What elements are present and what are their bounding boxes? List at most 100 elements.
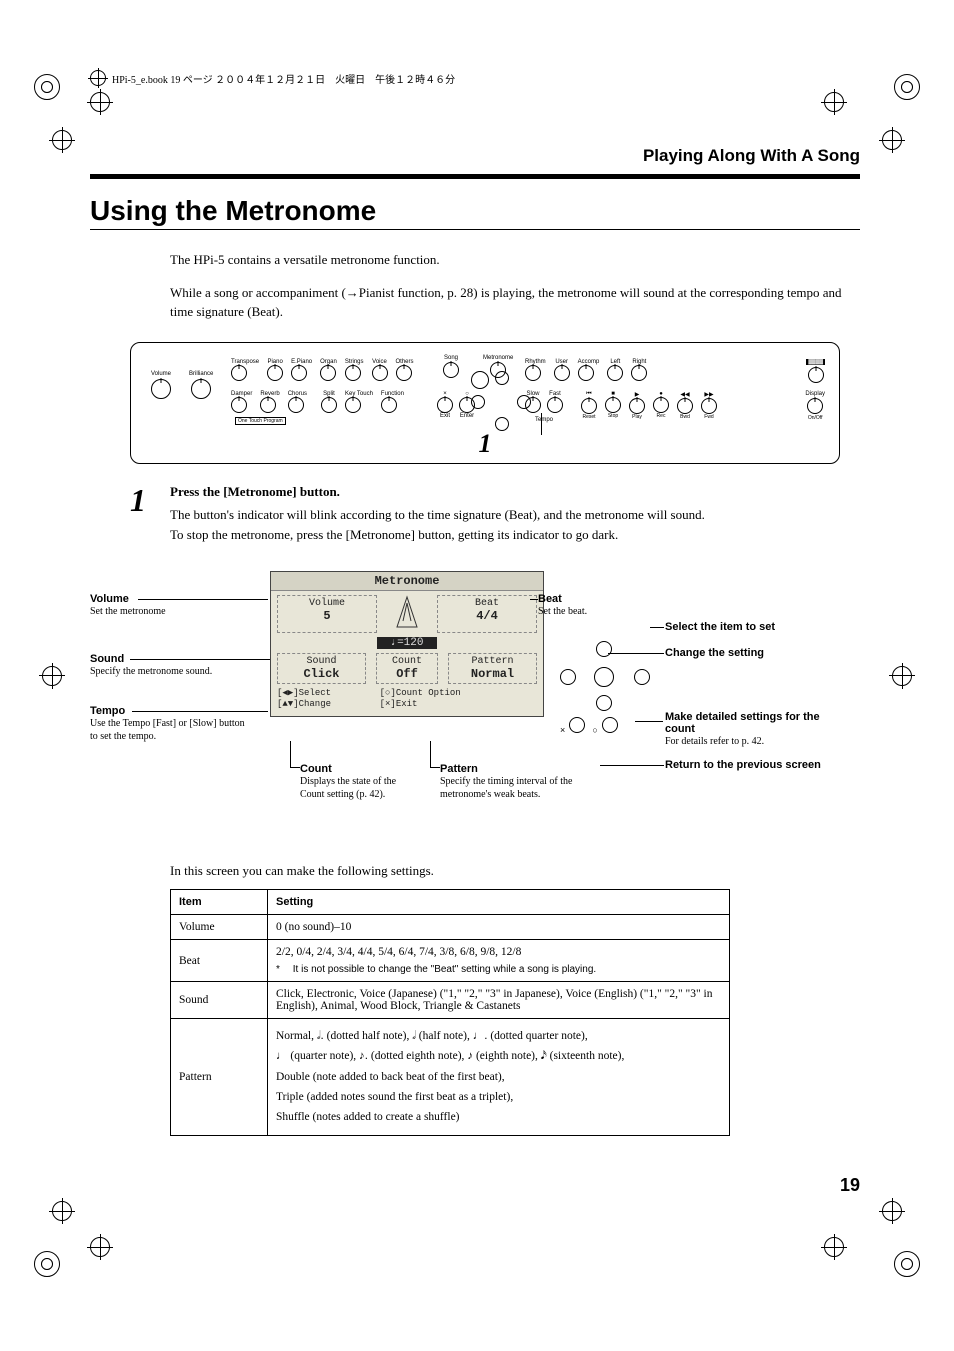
callout-count-title: Count xyxy=(300,763,420,775)
label-damper: Damper xyxy=(231,391,252,397)
label-accomp: Accomp xyxy=(578,359,600,365)
pattern-t7: (sixteenth note), xyxy=(550,1050,625,1062)
label-chorus: Chorus xyxy=(288,391,307,397)
th-item: Item xyxy=(171,890,268,915)
exit-button-icon xyxy=(569,717,585,733)
label-exit: Exit xyxy=(437,413,453,419)
lcd-title: Metronome xyxy=(271,572,543,591)
enter-button-icon xyxy=(602,717,618,733)
lcd-count-value: Off xyxy=(377,667,437,681)
pattern-t6: (eighth note), xyxy=(476,1050,541,1062)
volume-knob-icon xyxy=(151,379,171,399)
settings-intro: In this screen you can make the followin… xyxy=(170,863,860,879)
label-onoff: On/Off xyxy=(805,415,825,421)
pattern-line4: Triple (added notes sound the first beat… xyxy=(276,1089,721,1106)
strings-knob-icon xyxy=(345,365,361,381)
section-rule xyxy=(90,174,860,179)
split-knob-icon xyxy=(321,397,337,413)
others-knob-icon xyxy=(396,365,412,381)
step-number-1: 1 xyxy=(130,484,170,548)
callout-count: Count Displays the state of the Count se… xyxy=(300,763,420,801)
lcd-pattern-value: Normal xyxy=(449,667,536,681)
pattern-t5: (dotted eighth note), xyxy=(371,1050,467,1062)
callout-count-desc: Displays the state of the Count setting … xyxy=(300,775,420,801)
user-knob-icon xyxy=(554,365,570,381)
display-top-knob-icon xyxy=(808,367,824,383)
half-note-icon: 𝅗𝅥 xyxy=(412,1030,416,1042)
stop-knob-icon xyxy=(605,397,621,413)
callout-pattern: Pattern Specify the timing interval of t… xyxy=(440,763,580,801)
lcd-sound-cell: SoundClick xyxy=(277,653,366,684)
pattern-t0: Normal, xyxy=(276,1030,317,1042)
exit-knob-icon xyxy=(437,397,453,413)
panel-marker-1: 1 xyxy=(479,429,492,459)
callout-volume: Volume Set the metronome xyxy=(90,593,166,618)
table-row-beat: Beat 2/2, 0/4, 2/4, 3/4, 4/4, 5/4, 6/4, … xyxy=(171,940,730,982)
lcd-legend-select: [◀▶]Select xyxy=(277,688,331,698)
lcd-screen: Metronome Volume5 Beat4/4 ♩=120 SoundCli… xyxy=(270,571,544,717)
label-bwd: Bwd xyxy=(677,414,693,420)
label-keytouch: Key Touch xyxy=(345,391,373,397)
label-rhythm: Rhythm xyxy=(525,359,546,365)
song-knob-icon xyxy=(443,362,459,378)
dotted-half-note-icon: 𝅗𝅥. xyxy=(317,1030,324,1042)
accomp-knob-icon xyxy=(578,365,594,381)
table-row-volume: Volume 0 (no sound)–10 xyxy=(171,915,730,940)
organ-knob-icon xyxy=(320,365,336,381)
fast-knob-icon xyxy=(547,397,563,413)
section-header: Playing Along With A Song xyxy=(90,146,860,166)
pattern-line3: Double (note added to back beat of the f… xyxy=(276,1069,721,1086)
callout-beat-desc: Set the beat. xyxy=(538,605,587,618)
print-header: HPi-5_e.book 19 ページ ２００４年１２月２１日 火曜日 午後１２… xyxy=(90,70,860,86)
callout-count-option-desc: For details refer to p. 42. xyxy=(665,735,825,748)
cell-sound-item: Sound xyxy=(171,982,268,1019)
settings-table: Item Setting Volume 0 (no sound)–10 Beat… xyxy=(170,889,730,1136)
function-knob-icon xyxy=(381,397,397,413)
callout-select: Select the item to set xyxy=(665,621,775,633)
cell-beat-line1: 2/2, 0/4, 2/4, 3/4, 4/4, 5/4, 6/4, 7/4, … xyxy=(276,946,721,958)
cursor-pad-icon xyxy=(471,371,531,431)
label-play: Play xyxy=(629,414,645,420)
callout-pattern-desc: Specify the timing interval of the metro… xyxy=(440,775,580,801)
callout-return-title: Return to the previous screen xyxy=(665,759,821,771)
lcd-legend-exit: [×]Exit xyxy=(380,699,418,709)
label-stop: Stop xyxy=(605,413,621,419)
callout-select-title: Select the item to set xyxy=(665,621,775,633)
th-setting: Setting xyxy=(268,890,730,915)
page-number: 19 xyxy=(840,1175,860,1196)
right-knob-icon xyxy=(631,365,647,381)
cursor-pad-diagram-icon xyxy=(560,641,650,711)
pattern-t2: (half note), xyxy=(419,1030,473,1042)
piano-knob-icon xyxy=(267,365,283,381)
pattern-t1: (dotted half note), xyxy=(327,1030,413,1042)
rec-knob-icon xyxy=(653,397,669,413)
title-rule xyxy=(90,229,860,230)
callout-pattern-title: Pattern xyxy=(440,763,580,775)
lcd-sound-label: Sound xyxy=(278,656,365,667)
label-onetouch: One Touch Program xyxy=(235,417,286,425)
epiano-knob-icon xyxy=(291,365,307,381)
label-others: Others xyxy=(396,359,414,365)
lcd-legend-count: [○]Count Option xyxy=(380,688,461,698)
callout-beat: Beat Set the beat. xyxy=(538,593,587,618)
callout-return: Return to the previous screen xyxy=(665,759,821,771)
fwd-knob-icon xyxy=(701,398,717,414)
dotted-eighth-note-icon: ♪. xyxy=(359,1050,368,1062)
callout-count-option: Make detailed settings for the count For… xyxy=(665,711,825,748)
label-epiano: E.Piano xyxy=(291,359,312,365)
eighth-note-icon: ♪ xyxy=(467,1050,473,1062)
label-rec: Rec xyxy=(653,413,669,419)
label-strings: Strings xyxy=(345,359,364,365)
cell-beat-note: It is not possible to change the "Beat" … xyxy=(293,964,596,975)
cell-pattern-item: Pattern xyxy=(171,1019,268,1136)
lcd-legend-change: [▲▼]Change xyxy=(277,699,331,709)
cell-volume-item: Volume xyxy=(171,915,268,940)
callout-volume-desc: Set the metronome xyxy=(90,605,166,618)
callout-tempo-desc: Use the Tempo [Fast] or [Slow] button to… xyxy=(90,717,250,743)
intro-p2: While a song or accompaniment (→Pianist … xyxy=(170,283,860,322)
enter-knob-icon xyxy=(459,397,475,413)
step-1-p2: To stop the metronome, press the [Metron… xyxy=(170,526,860,545)
step-1-title: Press the [Metronome] button. xyxy=(170,484,860,500)
table-row-pattern: Pattern Normal, 𝅗𝅥. (dotted half note), … xyxy=(171,1019,730,1136)
lcd-volume-cell: Volume5 xyxy=(277,595,377,633)
